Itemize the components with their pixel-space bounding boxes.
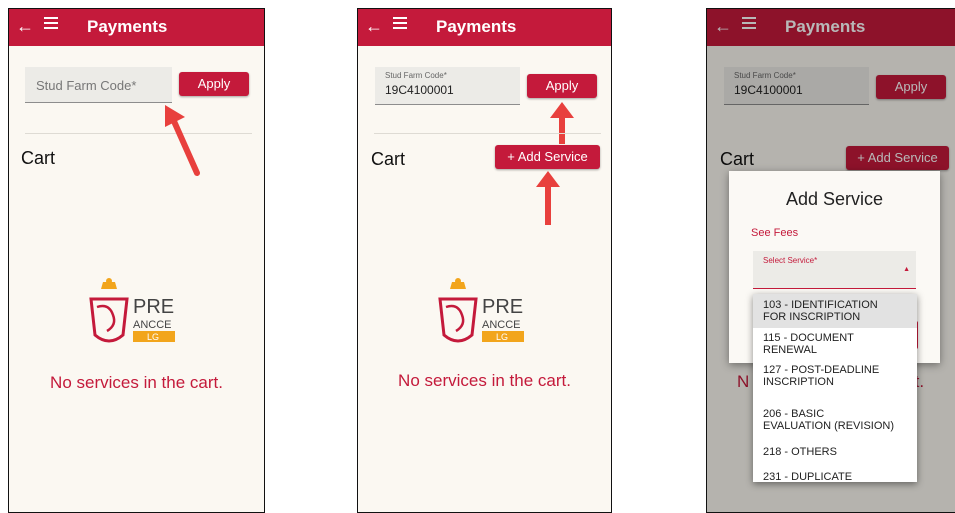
page-title: Payments bbox=[87, 17, 168, 36]
screen-2-payments: ← Payments Stud Farm Code* 19C4100001 Ap… bbox=[357, 8, 612, 513]
app-bar: ← Payments bbox=[358, 9, 611, 46]
logo-text-lg: LG bbox=[496, 332, 508, 342]
stud-farm-code-input[interactable]: Stud Farm Code* bbox=[25, 67, 172, 103]
apply-button[interactable]: Apply bbox=[527, 74, 597, 98]
pre-ancce-logo: PRE ANCCE LG bbox=[89, 278, 175, 343]
select-service-dropdown[interactable]: Select Service* ▲ bbox=[753, 251, 916, 289]
screen-1-payments: ← Payments Stud Farm Code* Apply Cart PR… bbox=[8, 8, 265, 513]
page-title: Payments bbox=[436, 17, 517, 36]
tutorial-arrow-icon bbox=[550, 102, 574, 144]
logo-text-pre: PRE bbox=[482, 296, 523, 318]
service-option[interactable]: 231 - DUPLICATE bbox=[753, 464, 917, 486]
tutorial-arrow-icon bbox=[536, 171, 560, 225]
divider bbox=[374, 133, 601, 134]
service-option[interactable]: 115 - DOCUMENT RENEWAL bbox=[753, 329, 917, 359]
option-desc: RENEWAL bbox=[763, 344, 817, 356]
option-desc: EVALUATION (REVISION) bbox=[763, 420, 895, 432]
apply-button[interactable]: Apply bbox=[179, 72, 249, 96]
service-option[interactable]: 218 - OTHERS bbox=[753, 439, 917, 463]
option-code: 218 - OTHERS bbox=[763, 446, 837, 458]
option-desc: INSCRIPTION bbox=[763, 376, 834, 388]
option-code: 206 - BASIC bbox=[763, 408, 825, 420]
service-option[interactable]: 206 - BASIC EVALUATION (REVISION) bbox=[753, 393, 917, 433]
stud-farm-code-placeholder: Stud Farm Code* bbox=[36, 78, 137, 93]
logo-text-lg: LG bbox=[147, 332, 159, 342]
empty-cart-message: No services in the cart. bbox=[50, 373, 223, 392]
pre-ancce-logo: PRE ANCCE LG bbox=[438, 278, 524, 343]
hamburger-menu-icon[interactable] bbox=[393, 17, 407, 29]
back-arrow-icon[interactable]: ← bbox=[365, 16, 383, 36]
app-bar: ← Payments bbox=[9, 9, 264, 46]
caret-up-icon: ▲ bbox=[903, 266, 910, 273]
service-options-list: 103 - IDENTIFICATION FOR INSCRIPTION 115… bbox=[753, 294, 917, 483]
logo-text-pre: PRE bbox=[133, 296, 174, 318]
logo-text-ancce: ANCCE bbox=[133, 319, 172, 331]
divider bbox=[25, 133, 252, 134]
see-fees-link[interactable]: See Fees bbox=[751, 227, 798, 239]
option-code: 103 - IDENTIFICATION bbox=[763, 299, 878, 311]
cart-heading: Cart bbox=[371, 149, 406, 169]
hamburger-menu-icon[interactable] bbox=[44, 17, 58, 29]
option-desc: FOR INSCRIPTION bbox=[763, 311, 861, 323]
option-code: 231 - DUPLICATE bbox=[763, 471, 853, 483]
dialog-title: Add Service bbox=[785, 189, 884, 209]
back-arrow-icon[interactable]: ← bbox=[16, 16, 34, 36]
stud-farm-code-label: Stud Farm Code* bbox=[385, 71, 447, 80]
add-service-button[interactable]: + Add Service bbox=[495, 145, 600, 169]
option-code: 115 - DOCUMENT bbox=[763, 332, 854, 344]
logo-text-ancce: ANCCE bbox=[482, 319, 521, 331]
option-code: 127 - POST-DEADLINE bbox=[763, 364, 880, 376]
empty-cart-message: No services in the cart. bbox=[398, 371, 571, 390]
service-option[interactable]: 103 - IDENTIFICATION FOR INSCRIPTION bbox=[753, 294, 917, 328]
service-option[interactable]: 127 - POST-DEADLINE INSCRIPTION bbox=[753, 361, 917, 391]
screen-3-payments: ← Payments Stud Farm Code* 19C4100001 Ap… bbox=[706, 8, 955, 513]
cart-heading: Cart bbox=[21, 148, 56, 168]
stud-farm-code-input[interactable]: Stud Farm Code* 19C4100001 bbox=[375, 67, 520, 105]
stud-farm-code-value: 19C4100001 bbox=[385, 83, 454, 97]
tutorial-arrow-icon bbox=[165, 105, 200, 176]
select-service-label: Select Service* bbox=[763, 256, 818, 265]
